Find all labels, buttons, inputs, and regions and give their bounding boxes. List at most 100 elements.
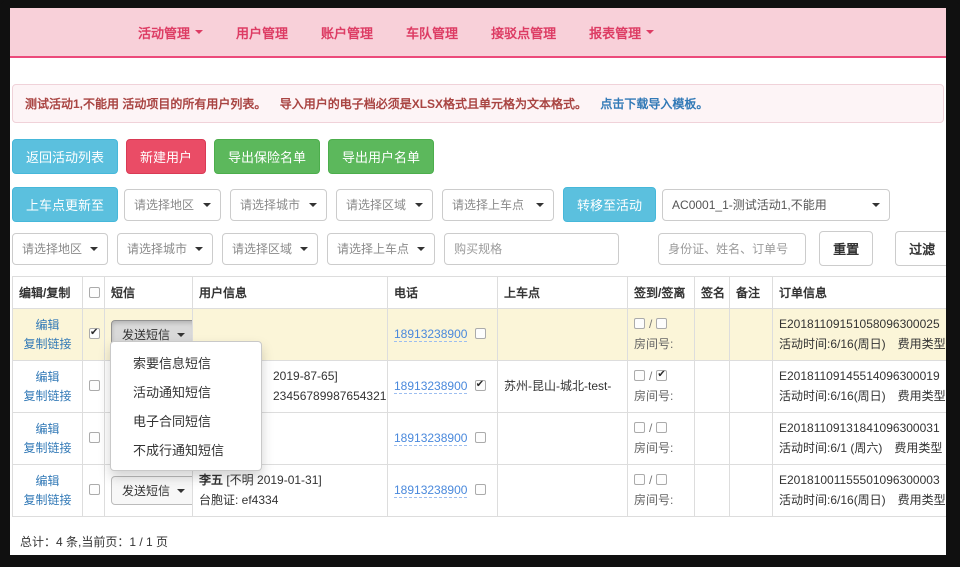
nav-item-user-management[interactable]: 用户管理: [236, 23, 288, 42]
user-info-cell: 李五 [不明 2019-01-31] 台胞证: ef4334: [193, 465, 388, 517]
select-value: 请选择城市: [127, 240, 187, 257]
checkin-checkbox[interactable]: [634, 370, 645, 381]
copy-link[interactable]: 复制链接: [19, 335, 76, 354]
reset-button[interactable]: 重置: [819, 231, 873, 266]
phone-checkbox[interactable]: [475, 328, 486, 339]
sms-dropdown-menu: 索要信息短信 活动通知短信 电子合同短信 不成行通知短信: [110, 341, 262, 471]
page: 活动管理 用户管理 账户管理 车队管理 接驳点管理 报表管理 测试活动1,不能用…: [10, 8, 946, 555]
copy-link[interactable]: 复制链接: [19, 387, 76, 406]
note-cell: [730, 309, 773, 361]
table-row: 编辑 复制链接 发送短信 李五 [不明 2019-01-31]: [13, 465, 947, 517]
order-number: E20181001155501096300003: [779, 471, 946, 490]
caret-down-icon: [417, 247, 425, 251]
phone-link[interactable]: 18913238900: [394, 379, 467, 394]
edit-link[interactable]: 编辑: [19, 420, 76, 439]
copy-link[interactable]: 复制链接: [19, 491, 76, 510]
send-sms-button[interactable]: 发送短信: [111, 476, 193, 505]
row-checkbox[interactable]: [89, 484, 100, 495]
order-info-cell: E20181109145514096300019 活动时间:6/16(周日) 费…: [773, 361, 947, 413]
slash-separator: /: [649, 317, 652, 331]
checkin-checkbox[interactable]: [634, 422, 645, 433]
nav-item-account-management[interactable]: 账户管理: [321, 23, 373, 42]
col-header-phone: 电话: [388, 277, 498, 309]
row-checkbox[interactable]: [89, 432, 100, 443]
region-select-2[interactable]: 请选择地区: [12, 233, 108, 265]
order-detail: 活动时间:6/16(周日) 费用类型: [779, 491, 946, 510]
user-name: 李五: [199, 473, 223, 487]
caret-down-icon: [646, 30, 654, 34]
edit-link[interactable]: 编辑: [19, 316, 76, 335]
checkout-checkbox[interactable]: [656, 422, 667, 433]
col-header-pickup: 上车点: [498, 277, 628, 309]
menu-item-request-info-sms[interactable]: 索要信息短信: [111, 348, 261, 377]
phone-checkbox[interactable]: [475, 380, 486, 391]
download-template-link[interactable]: 点击下载导入模板。: [600, 97, 708, 111]
note-cell: [730, 465, 773, 517]
checkout-checkbox[interactable]: [656, 474, 667, 485]
menu-item-cancel-notice-sms[interactable]: 不成行通知短信: [111, 435, 261, 464]
checkin-cell: / 房间号:: [628, 309, 695, 361]
slash-separator: /: [649, 369, 652, 383]
room-label: 房间号:: [634, 439, 688, 458]
nav-label: 账户管理: [321, 23, 373, 42]
checkin-checkbox[interactable]: [634, 474, 645, 485]
caret-down-icon: [90, 247, 98, 251]
menu-item-activity-notice-sms[interactable]: 活动通知短信: [111, 377, 261, 406]
phone-link[interactable]: 18913238900: [394, 483, 467, 498]
back-to-activity-list-button[interactable]: 返回活动列表: [12, 139, 118, 174]
select-value: AC0001_1-测试活动1,不能用: [672, 196, 827, 213]
col-header-sms: 短信: [105, 277, 193, 309]
checkin-checkbox[interactable]: [634, 318, 645, 329]
target-activity-select[interactable]: AC0001_1-测试活动1,不能用: [662, 189, 890, 221]
caret-down-icon: [300, 247, 308, 251]
select-value: 请选择城市: [240, 196, 300, 213]
caret-down-icon: [872, 203, 880, 207]
row-checkbox[interactable]: [89, 328, 100, 339]
new-user-button[interactable]: 新建用户: [126, 139, 206, 174]
checkin-cell: / 房间号:: [628, 361, 695, 413]
purchase-spec-input[interactable]: [444, 233, 619, 265]
nav-label: 接驳点管理: [491, 23, 556, 42]
checkin-cell: / 房间号:: [628, 465, 695, 517]
phone-checkbox[interactable]: [475, 432, 486, 443]
filter-button[interactable]: 过滤: [895, 231, 946, 266]
edit-link[interactable]: 编辑: [19, 472, 76, 491]
nav-item-shuttle-point-management[interactable]: 接驳点管理: [491, 23, 556, 42]
city-select-1[interactable]: 请选择城市: [230, 189, 327, 221]
update-pickup-button[interactable]: 上车点更新至: [12, 187, 118, 222]
checkout-checkbox[interactable]: [656, 370, 667, 381]
pickup-cell: [498, 465, 628, 517]
city-select-2[interactable]: 请选择城市: [117, 233, 213, 265]
filter-row-search: 请选择地区 请选择城市 请选择区域 请选择上车点 重置 过滤: [12, 231, 944, 266]
copy-link[interactable]: 复制链接: [19, 439, 76, 458]
select-all-checkbox[interactable]: [89, 287, 100, 298]
user-info-line1: 2019-87-65]: [273, 369, 338, 383]
caret-down-icon: [177, 489, 185, 493]
nav-item-activity-management[interactable]: 活动管理: [138, 23, 203, 42]
district-select-1[interactable]: 请选择区域: [336, 189, 433, 221]
row-checkbox[interactable]: [89, 380, 100, 391]
transfer-to-activity-button[interactable]: 转移至活动: [563, 187, 656, 222]
checkout-checkbox[interactable]: [656, 318, 667, 329]
order-info-cell: E20181109151058096300025 活动时间:6/16(周日) 费…: [773, 309, 947, 361]
pickup-select-2[interactable]: 请选择上车点: [327, 233, 435, 265]
phone-checkbox[interactable]: [475, 484, 486, 495]
phone-link[interactable]: 18913238900: [394, 431, 467, 446]
edit-link[interactable]: 编辑: [19, 368, 76, 387]
order-number: E20181109131841096300031: [779, 419, 946, 438]
district-select-2[interactable]: 请选择区域: [222, 233, 318, 265]
nav-item-fleet-management[interactable]: 车队管理: [406, 23, 458, 42]
pickup-select-1[interactable]: 请选择上车点: [442, 189, 554, 221]
user-info-line2: 23456789987654321: [273, 387, 381, 406]
select-value: 请选择地区: [134, 196, 194, 213]
export-user-list-button[interactable]: 导出用户名单: [328, 139, 434, 174]
info-alert: 测试活动1,不能用 活动项目的所有用户列表。 导入用户的电子档必须是XLSX格式…: [12, 84, 944, 123]
select-value: 请选择上车点: [337, 240, 409, 257]
phone-link[interactable]: 18913238900: [394, 327, 467, 342]
phone-cell: 18913238900: [388, 413, 498, 465]
nav-item-report-management[interactable]: 报表管理: [589, 23, 654, 42]
id-name-order-search-input[interactable]: [658, 233, 806, 265]
region-select-1[interactable]: 请选择地区: [124, 189, 221, 221]
export-insurance-list-button[interactable]: 导出保险名单: [214, 139, 320, 174]
menu-item-econtract-sms[interactable]: 电子合同短信: [111, 406, 261, 435]
